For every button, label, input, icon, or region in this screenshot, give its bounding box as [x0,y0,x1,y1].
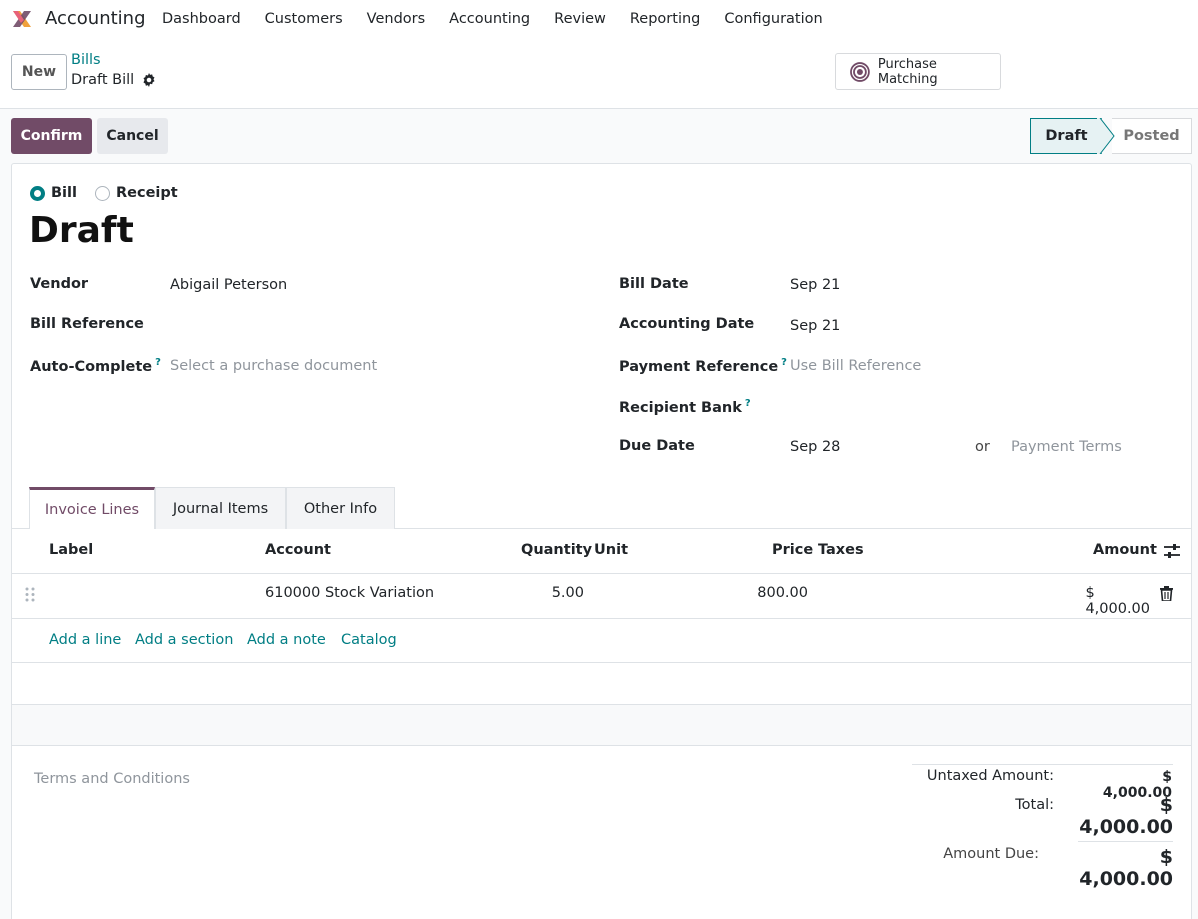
row-quantity[interactable]: 5.00 [552,585,584,601]
radio-receipt[interactable] [94,185,110,201]
column-settings-icon[interactable] [1163,543,1181,559]
stage-posted[interactable]: Posted [1112,118,1192,154]
totals-top-divider [912,764,1173,765]
purchase-matching-label: Purchase Matching [877,56,938,87]
menu-reporting[interactable]: Reporting [618,11,713,27]
menu-customers[interactable]: Customers [253,11,355,27]
stage-draft[interactable]: Draft [1030,118,1102,154]
add-note-link[interactable]: Add a note [247,632,326,648]
due-date-label: Due Date [619,438,695,454]
col-taxes[interactable]: Taxes [818,542,864,558]
col-quantity[interactable]: Quantity [521,542,592,558]
trash-icon[interactable] [1160,586,1173,601]
untaxed-amount-label: Untaxed Amount: [926,768,1054,784]
menu-vendors[interactable]: Vendors [355,11,438,27]
row-amount[interactable]: $ 4,000.00 [1085,585,1150,617]
bill-reference-field[interactable] [170,316,590,336]
vendor-field[interactable]: Abigail Peterson [170,277,287,293]
top-navbar: Accounting Dashboard Customers Vendors A… [0,0,1198,38]
radio-bill-label[interactable]: Bill [51,185,77,201]
col-price[interactable]: Price [772,542,813,558]
tab-journal-items[interactable]: Journal Items [155,487,286,529]
terms-and-conditions-field[interactable]: Terms and Conditions [34,771,190,787]
auto-complete-field[interactable]: Select a purchase document [170,358,377,374]
total-label: Total: [1015,797,1054,813]
bill-date-field[interactable]: Sep 21 [790,277,840,293]
recipient-bank-label-text: Recipient Bank [619,399,742,416]
row-account[interactable]: 610000 Stock Variation [265,585,434,601]
recipient-bank-label: Recipient Bank? [619,398,751,416]
header-row-divider [12,573,1191,574]
confirm-button[interactable]: Confirm [11,118,92,154]
breadcrumb-bills[interactable]: Bills [71,52,101,68]
move-type-radio: Bill Receipt [30,185,190,201]
help-icon[interactable]: ? [745,398,751,409]
row-price[interactable]: 800.00 [757,585,808,601]
record-name: Draft Bill [71,72,156,88]
menu-configuration[interactable]: Configuration [712,11,834,27]
main-menu: Dashboard Customers Vendors Accounting R… [150,0,835,38]
amount-due-label: Amount Due: [943,846,1039,862]
radio-bill[interactable] [30,185,45,201]
app-name[interactable]: Accounting [45,8,146,29]
recipient-bank-field[interactable] [790,398,1170,418]
stage-arrow-icon [1097,118,1115,154]
accounting-date-label: Accounting Date [619,316,755,332]
payment-reference-label: Payment Reference? [619,357,787,375]
add-row-divider [12,662,1191,663]
add-line-link[interactable]: Add a line [49,632,121,648]
auto-complete-label-text: Auto-Complete [30,358,153,375]
col-unit[interactable]: Unit [594,542,628,558]
menu-dashboard[interactable]: Dashboard [150,11,253,27]
bill-date-label: Bill Date [619,276,689,292]
or-text: or [975,439,990,455]
menu-review[interactable]: Review [542,11,618,27]
gear-icon[interactable] [142,73,156,87]
col-account[interactable]: Account [265,542,331,558]
drag-handle-icon[interactable] [25,587,35,602]
accounting-date-field[interactable]: Sep 21 [790,318,840,334]
new-button[interactable]: New [11,54,67,90]
help-icon[interactable]: ? [781,357,787,368]
accounting-app-logo-icon[interactable] [10,7,34,31]
table-bottom-divider [12,745,1191,746]
due-date-field[interactable]: Sep 28 [790,439,840,455]
auto-complete-label: Auto-Complete? [30,357,161,375]
cancel-button[interactable]: Cancel [97,118,168,154]
payment-reference-field[interactable]: Use Bill Reference [790,358,921,374]
amount-due-value: $ 4,000.00 [1079,846,1174,890]
add-section-link[interactable]: Add a section [135,632,233,648]
col-label[interactable]: Label [49,542,93,558]
radio-receipt-label[interactable]: Receipt [116,185,178,201]
purchase-matching-button[interactable]: Purchase Matching [835,53,1001,90]
bill-title: Draft [29,210,134,251]
total-value: $ 4,000.00 [1079,794,1174,838]
empty-row-band [12,705,1191,745]
row-divider [12,618,1191,619]
bill-reference-label: Bill Reference [30,316,144,332]
tab-invoice-lines[interactable]: Invoice Lines [29,487,155,529]
help-icon[interactable]: ? [155,357,161,368]
payment-terms-field[interactable]: Payment Terms [1011,439,1122,455]
record-title: Draft Bill [71,72,135,88]
vendor-label: Vendor [30,276,89,292]
menu-accounting[interactable]: Accounting [437,11,542,27]
tab-other-info[interactable]: Other Info [286,487,395,529]
amount-due-divider [1078,841,1173,842]
col-amount[interactable]: Amount [1093,542,1157,558]
target-icon [850,61,870,82]
payment-reference-label-text: Payment Reference [619,358,779,375]
catalog-link[interactable]: Catalog [341,632,397,648]
